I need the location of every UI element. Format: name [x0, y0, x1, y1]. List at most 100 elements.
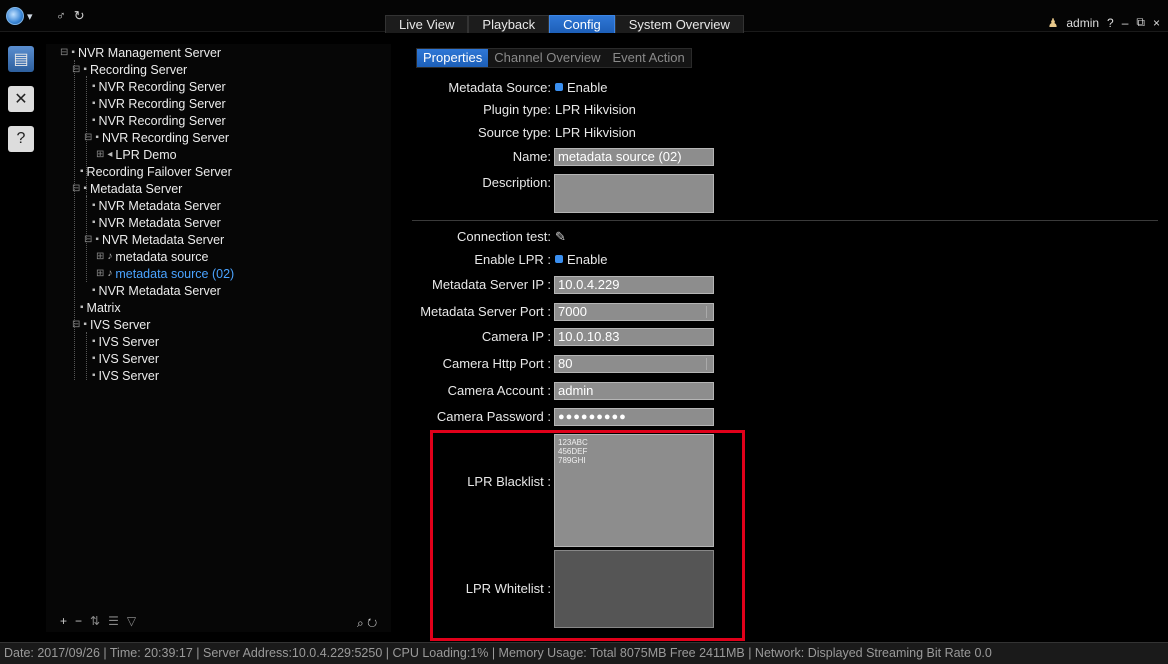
server-ip-label: Metadata Server IP : — [432, 277, 551, 292]
search-icon[interactable]: ⌕ — [357, 616, 364, 630]
server-icon: ▪ — [95, 132, 99, 143]
tree-item-metadata-server[interactable]: ⊟ ▪ Metadata Server — [72, 181, 182, 197]
server-icon: ▪ — [92, 98, 96, 109]
server-port-label: Metadata Server Port : — [420, 304, 551, 319]
tab-live-view[interactable]: Live View — [385, 15, 469, 33]
server-config-icon[interactable]: ▤ — [8, 46, 34, 72]
camera-password-input[interactable]: ●●●●●●●●● — [554, 408, 714, 426]
list-icon[interactable]: ☰ — [108, 614, 119, 628]
expand-icon[interactable]: ⊞ — [96, 147, 104, 163]
enable-lpr-checkbox[interactable]: Enable — [555, 251, 607, 269]
metadata-source-enable[interactable]: Enable — [555, 79, 607, 97]
collapse-icon[interactable]: ⊟ — [72, 62, 80, 78]
camera-ip-row: Camera IP : — [400, 328, 551, 346]
tree-item[interactable]: ▪ IVS Server — [92, 334, 159, 350]
tree-item[interactable]: ⊟ ▪ NVR Metadata Server — [84, 232, 224, 248]
source-type-row: Source type: — [400, 124, 551, 142]
server-ip-row: Metadata Server IP : — [400, 276, 551, 294]
description-input[interactable] — [554, 174, 714, 213]
enable-lpr-label: Enable LPR : — [474, 252, 551, 267]
server-tree: ⊟ ▪ NVR Management Server ⊟ ▪ Recording Serv… — [46, 44, 391, 632]
tab-system-overview[interactable]: System Overview — [614, 15, 744, 33]
help-tools-icon[interactable]: ? — [8, 126, 34, 152]
description-row: Description: — [400, 174, 551, 192]
description-label: Description: — [482, 175, 551, 190]
help-button[interactable]: ? — [1107, 16, 1114, 30]
close-button[interactable]: × — [1153, 16, 1160, 30]
server-icon: ▪ — [80, 166, 84, 177]
tools-icon[interactable]: ✕ — [8, 86, 34, 112]
add-button[interactable]: + — [60, 614, 67, 628]
tab-properties[interactable]: Properties — [417, 49, 489, 67]
collapse-icon[interactable]: ⊟ — [60, 45, 68, 61]
tree-item-ivs-server[interactable]: ⊟ ▪ IVS Server — [72, 317, 150, 333]
name-input[interactable]: metadata source (02) — [554, 148, 714, 166]
tree-item-matrix[interactable]: ▪ Matrix — [80, 300, 121, 316]
server-icon: ▪ — [83, 183, 87, 194]
tree-item-lpr-demo[interactable]: ⊞ ◂ LPR Demo — [96, 147, 177, 163]
checkbox-checked-icon[interactable] — [555, 83, 563, 91]
collapse-icon[interactable]: ⊟ — [72, 317, 80, 333]
server-icon: ▪ — [92, 285, 96, 296]
camera-http-port-stepper[interactable]: 80 — [554, 355, 714, 373]
expand-icon[interactable]: ⊞ — [96, 249, 104, 265]
refresh-icon[interactable]: ↻ — [367, 616, 377, 630]
tree-connector — [86, 332, 87, 380]
window-controls: ♟ admin ? – ⧉ × — [1048, 15, 1160, 30]
tree-item[interactable]: ⊟ ▪ NVR Recording Server — [84, 130, 229, 146]
tree-item[interactable]: ▪ NVR Recording Server — [92, 96, 226, 112]
filter-icon[interactable]: ▽ — [127, 614, 136, 628]
server-icon: ▪ — [83, 319, 87, 330]
tree-item[interactable]: ▪ IVS Server — [92, 351, 159, 367]
refresh-icon[interactable]: ↻ — [74, 8, 85, 24]
connection-test-label: Connection test: — [457, 229, 551, 244]
main-tabs: Live View Playback Config System Overvie… — [385, 15, 744, 33]
tree-item[interactable]: ▪ NVR Recording Server — [92, 79, 226, 95]
tab-playback[interactable]: Playback — [468, 15, 550, 33]
tab-channel-overview[interactable]: Channel Overview — [488, 49, 606, 67]
server-icon: ▪ — [92, 370, 96, 381]
tab-config[interactable]: Config — [549, 15, 615, 33]
main-menu-button[interactable]: ▾ — [6, 6, 42, 26]
restore-button[interactable]: ⧉ — [1136, 15, 1145, 30]
metadata-source-label: Metadata Source: — [448, 80, 551, 95]
tree-item[interactable]: ▪ NVR Recording Server — [92, 113, 226, 129]
tree-item[interactable]: ▪ IVS Server — [92, 368, 159, 384]
tree-item-metadata-source-02[interactable]: ⊞ ♪ metadata source (02) — [96, 266, 234, 282]
server-ip-input[interactable]: 10.0.4.229 — [554, 276, 714, 294]
tree-item-nvr-management-server[interactable]: ⊟ ▪ NVR Management Server — [60, 45, 221, 61]
tree-item-metadata-source[interactable]: ⊞ ♪ metadata source — [96, 249, 209, 265]
tree-item[interactable]: ▪ NVR Metadata Server — [92, 215, 221, 231]
camera-account-input[interactable]: admin — [554, 382, 714, 400]
collapse-icon[interactable]: ⊟ — [72, 181, 80, 197]
camera-ip-input[interactable]: 10.0.10.83 — [554, 328, 714, 346]
server-port-stepper[interactable]: 7000 — [554, 303, 714, 321]
connection-test-icon[interactable]: ✎ — [555, 228, 566, 246]
tab-event-action[interactable]: Event Action — [606, 49, 690, 67]
collapse-icon[interactable]: ⊟ — [84, 130, 92, 146]
camera-http-port-row: Camera Http Port : — [400, 355, 551, 373]
server-port-row: Metadata Server Port : — [400, 303, 551, 321]
plugin-type-row: Plugin type: — [400, 101, 551, 119]
server-icon: ▪ — [71, 47, 75, 58]
metadata-source-row: Metadata Source: — [400, 79, 551, 97]
plugin-type-label: Plugin type: — [483, 102, 551, 117]
enable-lpr-row: Enable LPR : — [400, 251, 551, 269]
sort-icon[interactable]: ⇅ — [90, 614, 100, 628]
checkbox-checked-icon[interactable] — [555, 255, 563, 263]
collapse-icon[interactable]: ⊟ — [84, 232, 92, 248]
tree-item-recording-failover-server[interactable]: ▪ Recording Failover Server — [80, 164, 232, 180]
tree-item[interactable]: ▪ NVR Metadata Server — [92, 198, 221, 214]
link-icon[interactable]: ♂ — [56, 8, 66, 24]
minimize-button[interactable]: – — [1122, 16, 1129, 30]
expand-icon[interactable]: ⊞ — [96, 266, 104, 282]
camera-http-port-label: Camera Http Port : — [442, 356, 551, 371]
camera-password-row: Camera Password : — [400, 408, 551, 426]
remove-button[interactable]: − — [75, 614, 82, 628]
tree-item[interactable]: ▪ NVR Metadata Server — [92, 283, 221, 299]
user-name[interactable]: admin — [1066, 16, 1099, 30]
server-icon: ▪ — [92, 81, 96, 92]
tree-item-recording-server[interactable]: ⊟ ▪ Recording Server — [72, 62, 187, 78]
camera-password-label: Camera Password : — [436, 409, 551, 424]
highlight-box — [430, 430, 745, 641]
